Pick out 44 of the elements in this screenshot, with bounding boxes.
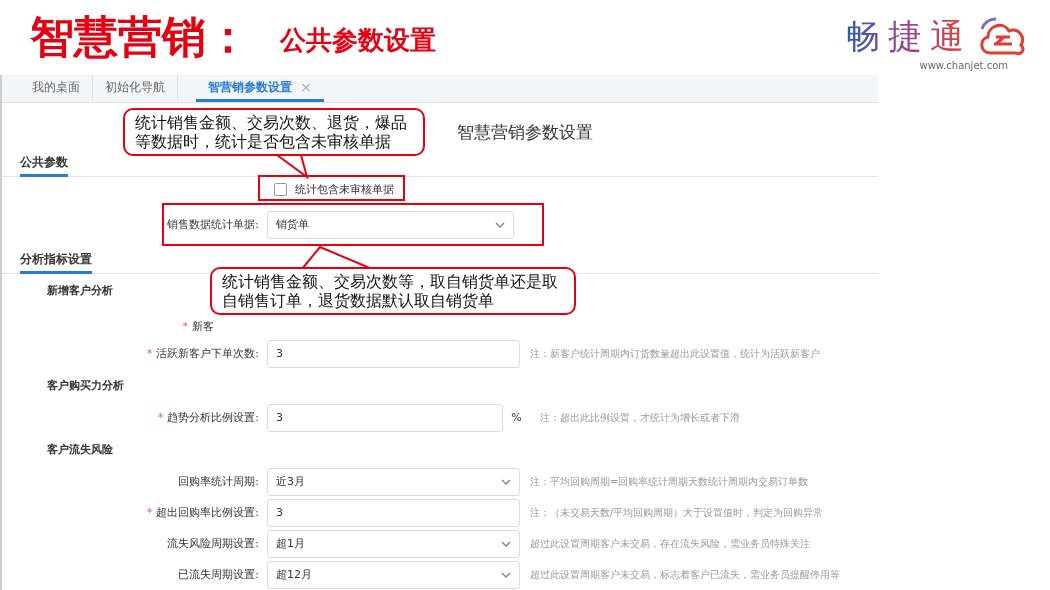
field-label: 销售数据统计单据: (166, 217, 260, 232)
chevron-down-icon (495, 221, 505, 228)
select-field[interactable]: 超1月 (267, 529, 520, 558)
field-note: 注：超出此比例设置，才统计为增长或者下滑 (540, 410, 740, 425)
select-field[interactable]: 近3月 (267, 467, 520, 496)
checkbox[interactable] (274, 182, 287, 196)
field-note: 注：新客户统计周期内订货数量超出此设置值，统计为活跃新客户 (530, 346, 820, 361)
field-label: 超出回购率比例设置: (156, 506, 259, 519)
group-title: 客户购买力分析 (47, 378, 124, 393)
unit-label: % (510, 411, 523, 424)
required-mark: * (157, 411, 164, 424)
field-label: 回购率统计周期: (178, 475, 259, 488)
slide-title: 智慧营销： (30, 10, 250, 64)
group-title: 客户流失风险 (47, 442, 113, 457)
logo-url: www.chanjet.com (919, 60, 1008, 71)
page-title: 智慧营销参数设置 (457, 122, 593, 142)
select-field[interactable]: 超12月 (267, 560, 520, 589)
field-label: 已流失周期设置: (178, 568, 259, 581)
input-field[interactable]: 3 (267, 339, 520, 368)
tab[interactable]: 初始化导航 (93, 75, 178, 102)
input-field[interactable]: 3 (267, 498, 520, 527)
section-title: 分析指标设置 (20, 251, 92, 274)
required-mark: * (182, 320, 188, 333)
slide-subtitle: 公共参数设置 (280, 24, 436, 57)
select-field[interactable]: 销货单 (267, 210, 514, 239)
group-title: 新增客户分析 (47, 283, 113, 298)
field-note: 超过此设置周期客户未交易，存在流失风险，需业务员特殊关注 (530, 536, 810, 551)
chevron-down-icon (501, 571, 511, 578)
chevron-down-icon (501, 478, 511, 485)
field-note: 超过此设置周期客户未交易，标志着客户已流失，需业务员提醒停用等 (530, 567, 840, 582)
field-note: 注：平均回购周期=回购率统计周期天数统计周期内交易订单数 (530, 474, 809, 489)
required-mark: * (146, 347, 153, 360)
section-title: 公共参数 (20, 154, 68, 177)
required-mark: * (146, 506, 153, 519)
field-label: 新客 (192, 320, 214, 333)
field-label: 流失风险周期设置: (167, 537, 259, 550)
field-label: 活跃新客户下单次数: (156, 347, 259, 360)
tab[interactable]: 智营销参数设置 × (196, 75, 324, 102)
field-label: 趋势分析比例设置: (167, 411, 259, 424)
input-field[interactable]: 3 (267, 403, 503, 432)
field-note: 注：（未交易天数/平均回购周期）大于设置值时，判定为回购异常 (530, 505, 824, 520)
tab[interactable]: 我的桌面 (20, 75, 93, 102)
checkbox-label: 统计包含未审核单据 (295, 181, 394, 197)
chevron-down-icon (501, 540, 511, 547)
